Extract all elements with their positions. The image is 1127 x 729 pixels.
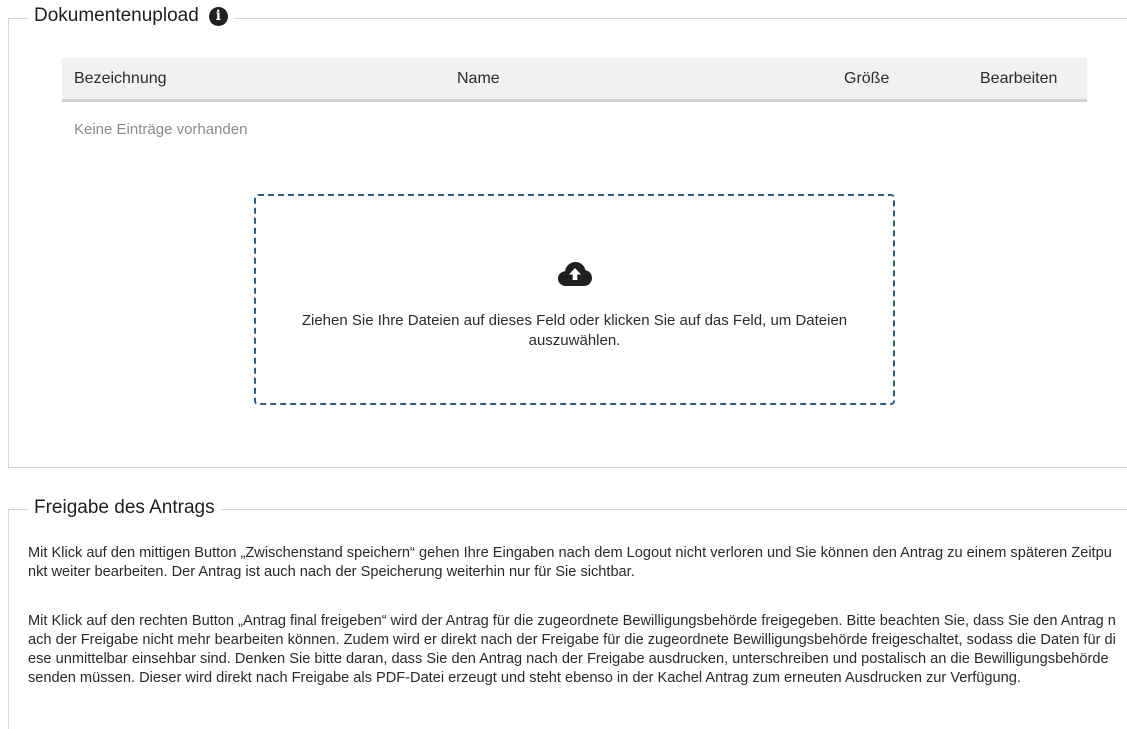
cloud-upload-icon [557, 262, 592, 286]
column-header-name[interactable]: Name [457, 70, 500, 88]
info-circle-icon[interactable]: i [208, 6, 228, 26]
dropzone-instructions: Ziehen Sie Ihre Dateien auf dieses Feld … [301, 312, 848, 349]
release-paragraph-final: Mit Klick auf den rechten Button „Antrag… [28, 613, 1116, 686]
release-paragraph-save: Mit Klick auf den mittigen Button „Zwisc… [28, 545, 1112, 580]
upload-section-legend: Dokumentenupload i [28, 5, 234, 27]
documents-table: Bezeichnung Name Größe Bearbeiten [62, 58, 1087, 102]
column-header-bearbeiten: Bearbeiten [980, 70, 1058, 87]
upload-section-title: Dokumentenupload [34, 5, 199, 26]
file-dropzone[interactable]: Ziehen Sie Ihre Dateien auf dieses Feld … [254, 194, 895, 405]
table-empty-message: Keine Einträge vorhanden [74, 121, 248, 138]
release-section-title: Freigabe des Antrags [28, 497, 221, 519]
column-header-groesse[interactable]: Größe [844, 70, 889, 88]
column-header-bezeichnung[interactable]: Bezeichnung [74, 70, 167, 88]
table-header: Bezeichnung Name Größe Bearbeiten [62, 58, 1087, 102]
